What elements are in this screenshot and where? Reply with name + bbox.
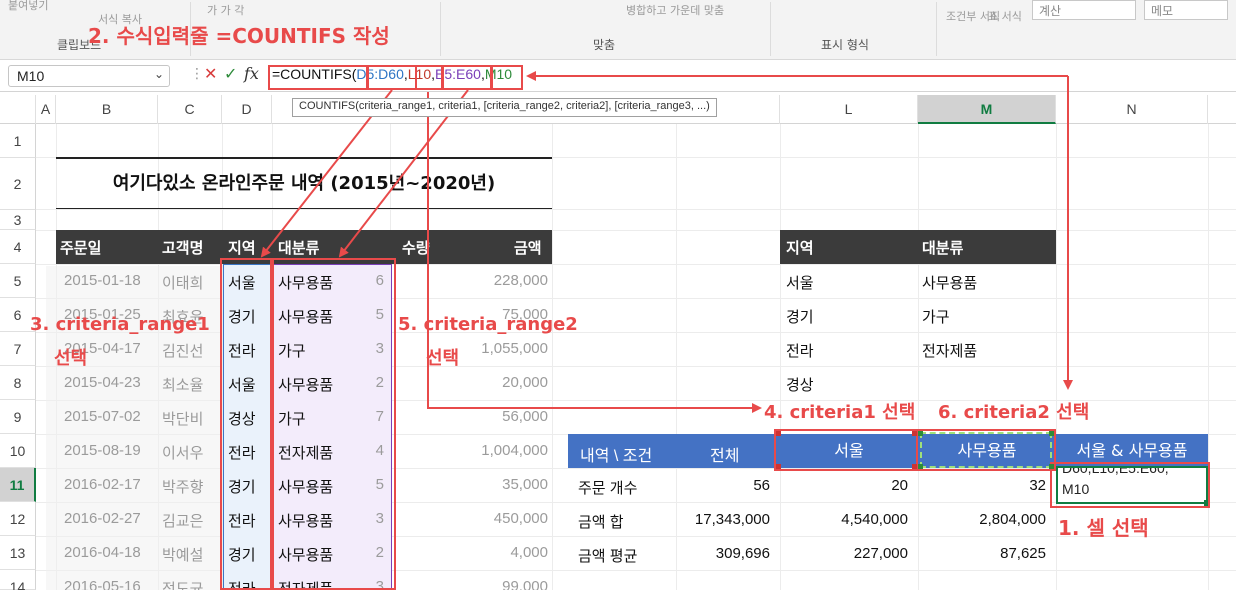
anno-step6: 6. criteria2 선택 bbox=[938, 402, 1090, 423]
anno-step2: 2. 수식입력줄 =COUNTIFS 작성 bbox=[88, 24, 390, 48]
annotation-arrows bbox=[260, 71, 1073, 413]
function-tooltip: COUNTIFS(criteria_range1, criteria1, [cr… bbox=[292, 98, 717, 117]
anno-step3-l1: 3. criteria_range1 bbox=[30, 314, 210, 335]
arrow-arg2 bbox=[427, 92, 762, 413]
anno-step5-l2: 선택 bbox=[426, 348, 460, 369]
anno-step1: 1. 셀 선택 bbox=[1058, 516, 1149, 540]
anno-step4: 4. criteria1 선택 bbox=[764, 402, 916, 423]
anno-step3-l2: 선택 bbox=[54, 348, 88, 369]
anno-step5-l1: 5. criteria_range2 bbox=[398, 314, 578, 335]
excel-window: 붙여넣기 서식 복사 클립보드 가 가 각 병합하고 가운데 맞춤 맞춤 표시 … bbox=[0, 0, 1236, 590]
